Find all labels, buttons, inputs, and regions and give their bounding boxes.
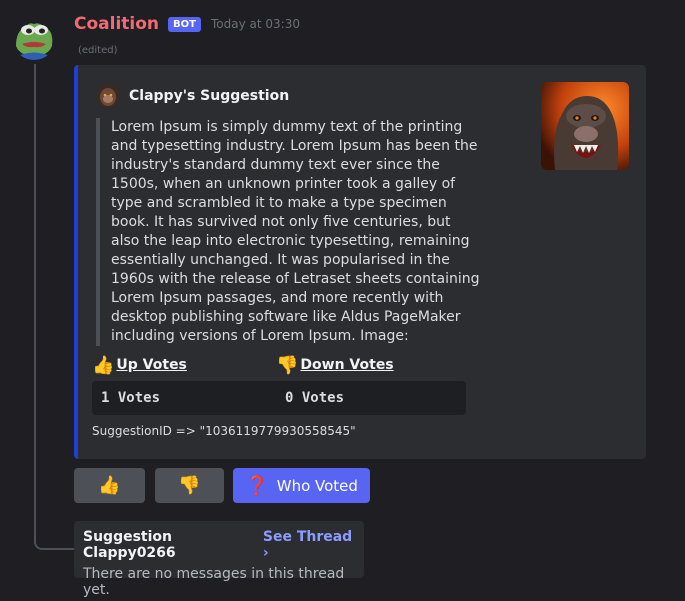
thread-connector-line	[34, 64, 74, 550]
bot-message: Coalition BOT Today at 03:30 (edited) Cl…	[0, 0, 685, 601]
gorilla-icon	[96, 84, 120, 108]
username[interactable]: Coalition	[74, 14, 159, 34]
upvotes-value: 1 Votes	[92, 381, 282, 415]
suggestion-embed: Clappy's Suggestion Lorem Ipsum is simpl…	[74, 65, 646, 459]
see-thread-link[interactable]: See Thread ›	[263, 529, 355, 561]
embed-author: Clappy's Suggestion	[96, 84, 289, 108]
edited-label: (edited)	[78, 45, 118, 56]
thread-card[interactable]: Suggestion Clappy0266 See Thread › There…	[74, 521, 364, 598]
gorilla-thumbnail[interactable]	[541, 82, 629, 170]
thread-name: Suggestion Clappy0266	[83, 529, 176, 561]
suggestion-id: SuggestionID => "1036119779930558545"	[92, 424, 356, 438]
bot-tag: BOT	[168, 16, 201, 32]
downvotes-field: 👎 Down Votes 0 Votes	[276, 353, 466, 415]
timestamp: Today at 03:30	[210, 17, 300, 31]
embed-author-name: Clappy's Suggestion	[129, 88, 290, 104]
thumbs-down-icon: 👎	[178, 475, 201, 496]
thread-empty-text: There are no messages in this thread yet…	[83, 566, 345, 598]
suggestion-description: Lorem Ipsum is simply dummy text of the …	[96, 118, 480, 346]
downvotes-value: 0 Votes	[276, 381, 466, 415]
upvotes-label: Up Votes	[116, 357, 187, 373]
upvotes-field: 👍 Up Votes 1 Votes	[92, 353, 282, 415]
message-header: Coalition BOT Today at 03:30	[74, 14, 300, 34]
downvote-button[interactable]: 👎	[155, 468, 224, 503]
who-voted-label: Who Voted	[276, 476, 358, 495]
thumbs-up-icon: 👍	[98, 475, 121, 496]
upvote-button[interactable]: 👍	[74, 468, 145, 503]
thumbs-up-icon: 👍	[92, 354, 115, 376]
who-voted-button[interactable]: ❓ Who Voted	[233, 468, 370, 503]
downvotes-label: Down Votes	[300, 357, 394, 373]
thumbs-down-icon: 👎	[276, 354, 299, 376]
frog-avatar-icon[interactable]	[12, 16, 56, 60]
question-mark-icon: ❓	[245, 475, 269, 497]
